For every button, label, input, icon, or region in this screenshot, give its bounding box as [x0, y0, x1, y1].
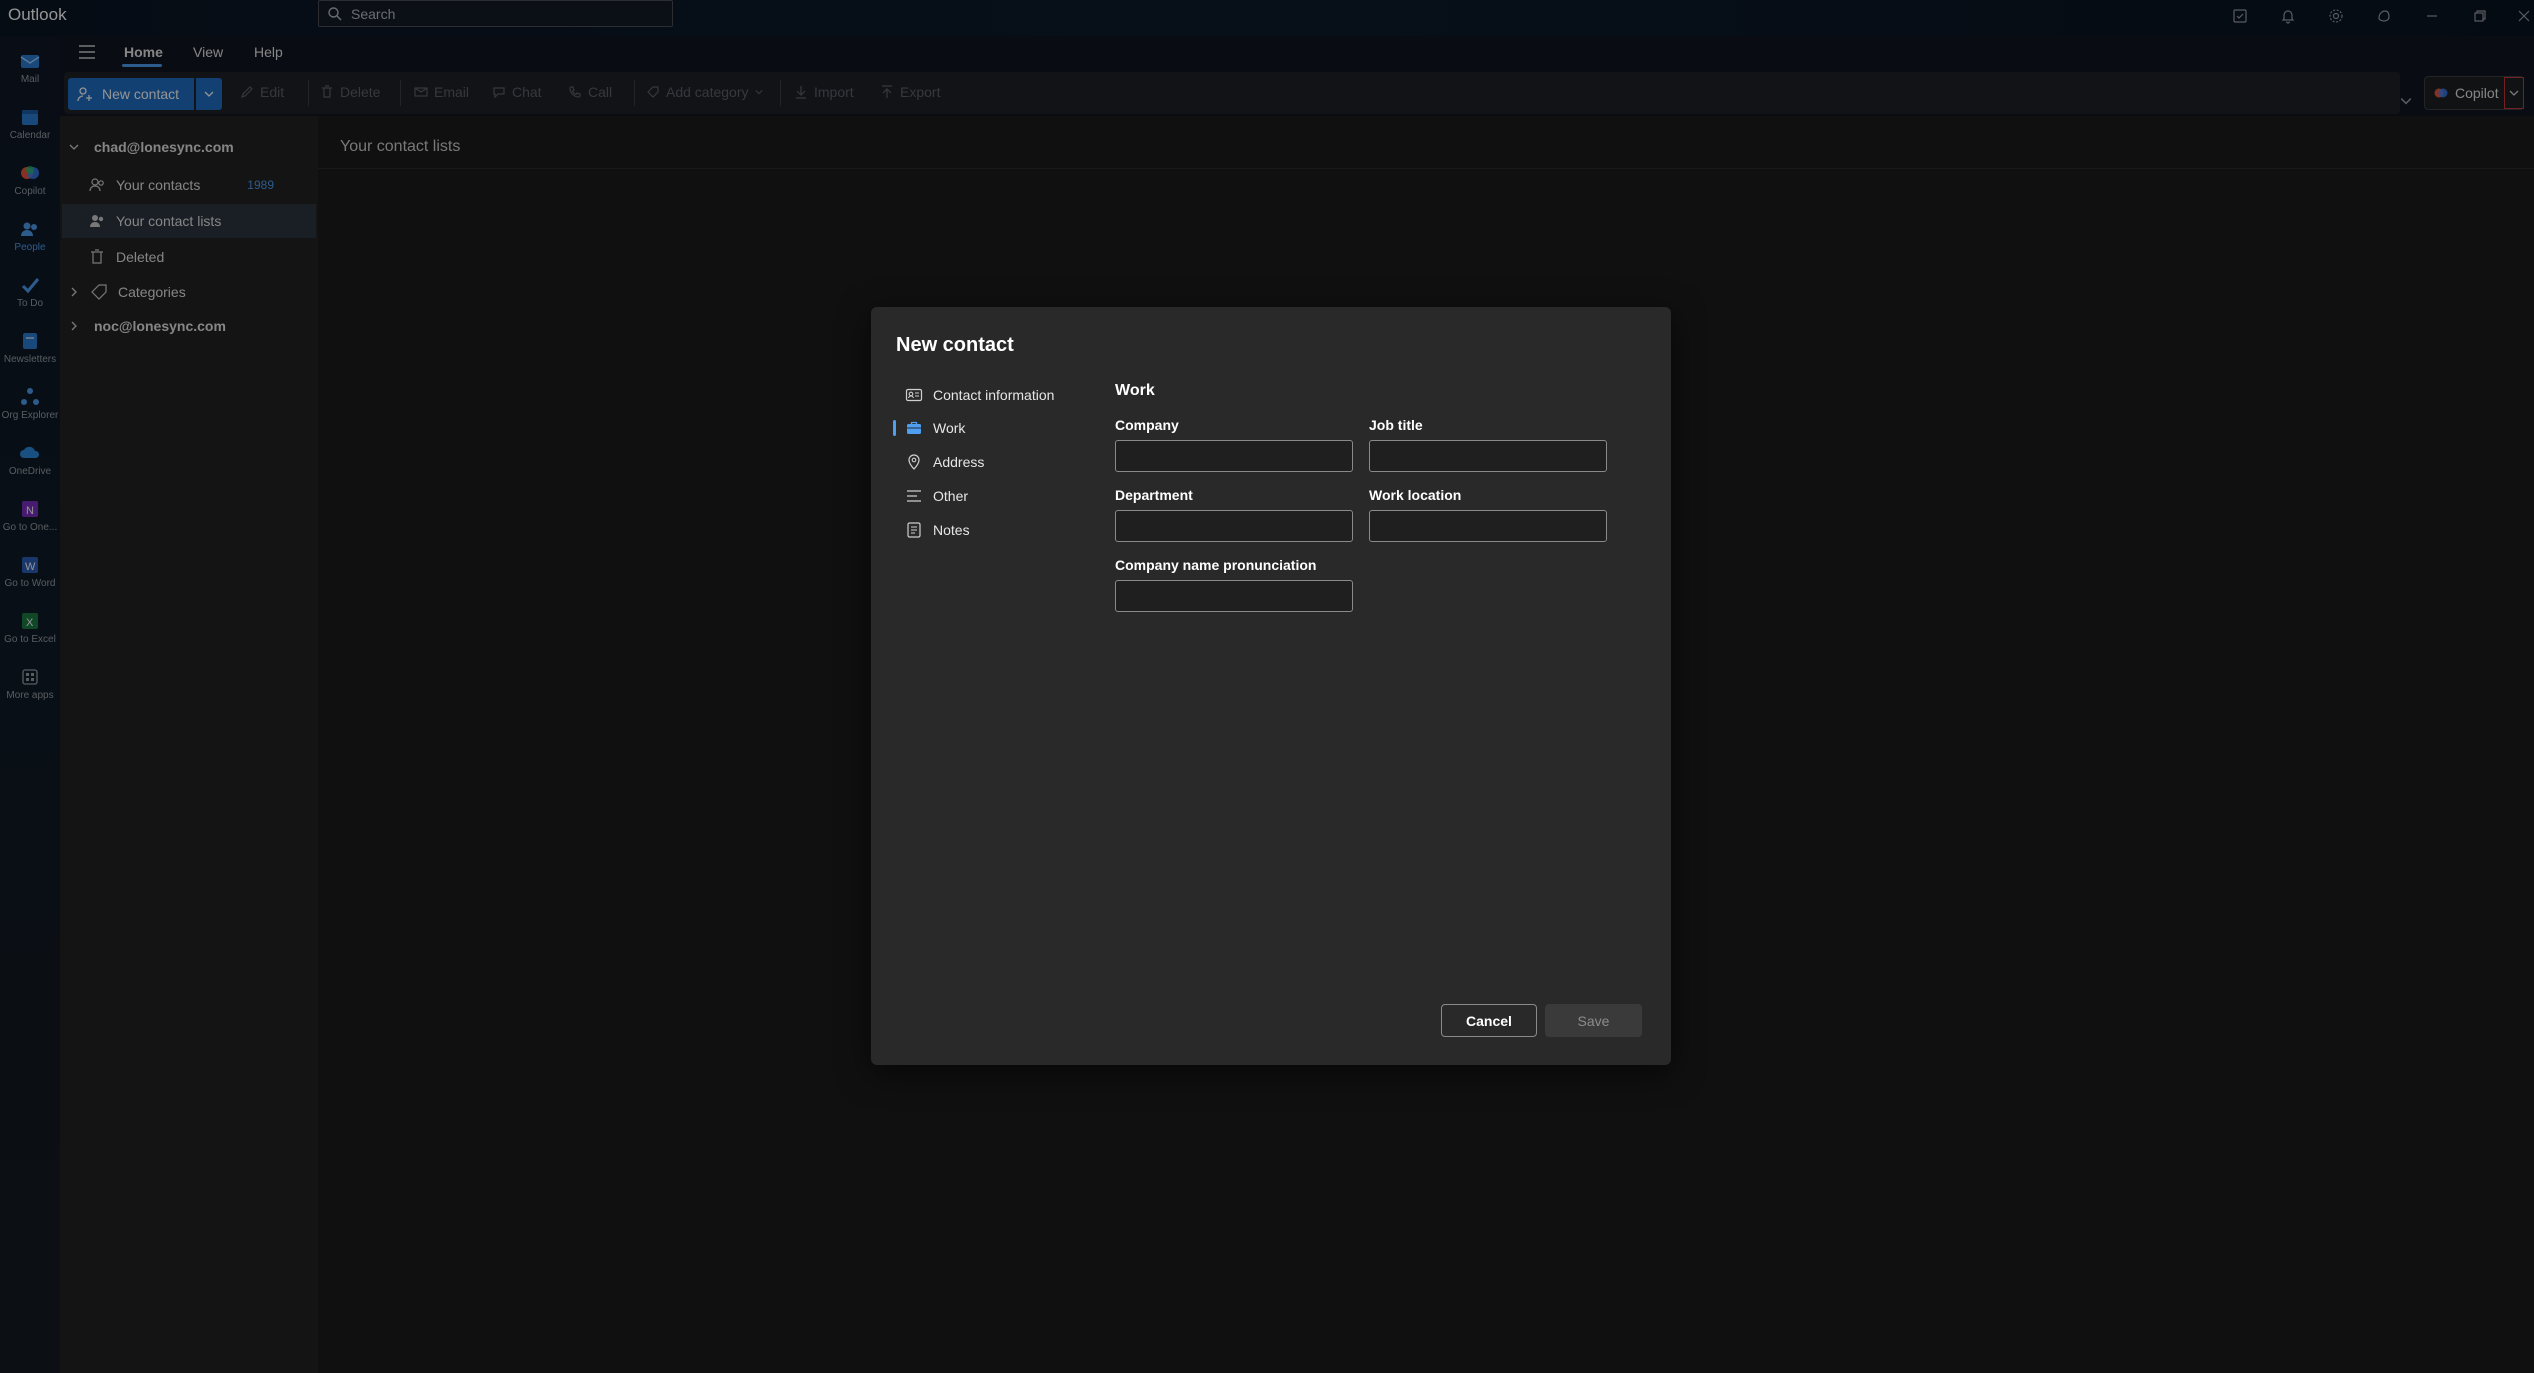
- nav-label: Address: [933, 454, 985, 470]
- section-title: Work: [1115, 382, 1155, 399]
- job-title-field[interactable]: [1369, 440, 1607, 472]
- nav-label: Other: [933, 488, 969, 504]
- company-pronunciation-label: Company name pronunciation: [1115, 557, 1317, 573]
- notes-icon: [907, 522, 921, 538]
- nav-work[interactable]: Work: [893, 414, 1073, 442]
- nav-label: Contact information: [933, 387, 1055, 403]
- company-field[interactable]: [1115, 440, 1353, 472]
- nav-address[interactable]: Address: [893, 448, 1073, 476]
- work-location-label: Work location: [1369, 487, 1462, 503]
- company-label: Company: [1115, 417, 1179, 433]
- department-label: Department: [1115, 487, 1193, 503]
- nav-other[interactable]: Other: [893, 482, 1073, 510]
- job-title-label: Job title: [1369, 417, 1423, 433]
- location-pin-icon: [908, 454, 920, 470]
- work-location-field[interactable]: [1369, 510, 1607, 542]
- nav-notes[interactable]: Notes: [893, 516, 1073, 544]
- nav-label: Work: [933, 420, 966, 436]
- briefcase-icon: [907, 421, 921, 434]
- contact-card-icon: [905, 388, 923, 402]
- company-pronunciation-field[interactable]: [1115, 580, 1353, 612]
- save-button[interactable]: Save: [1545, 1004, 1642, 1037]
- nav-contact-information[interactable]: Contact information: [893, 381, 1073, 409]
- cancel-button[interactable]: Cancel: [1441, 1004, 1537, 1037]
- nav-label: Notes: [933, 522, 970, 538]
- department-field[interactable]: [1115, 510, 1353, 542]
- dialog-title: New contact: [896, 334, 1014, 356]
- lines-icon: [907, 490, 921, 502]
